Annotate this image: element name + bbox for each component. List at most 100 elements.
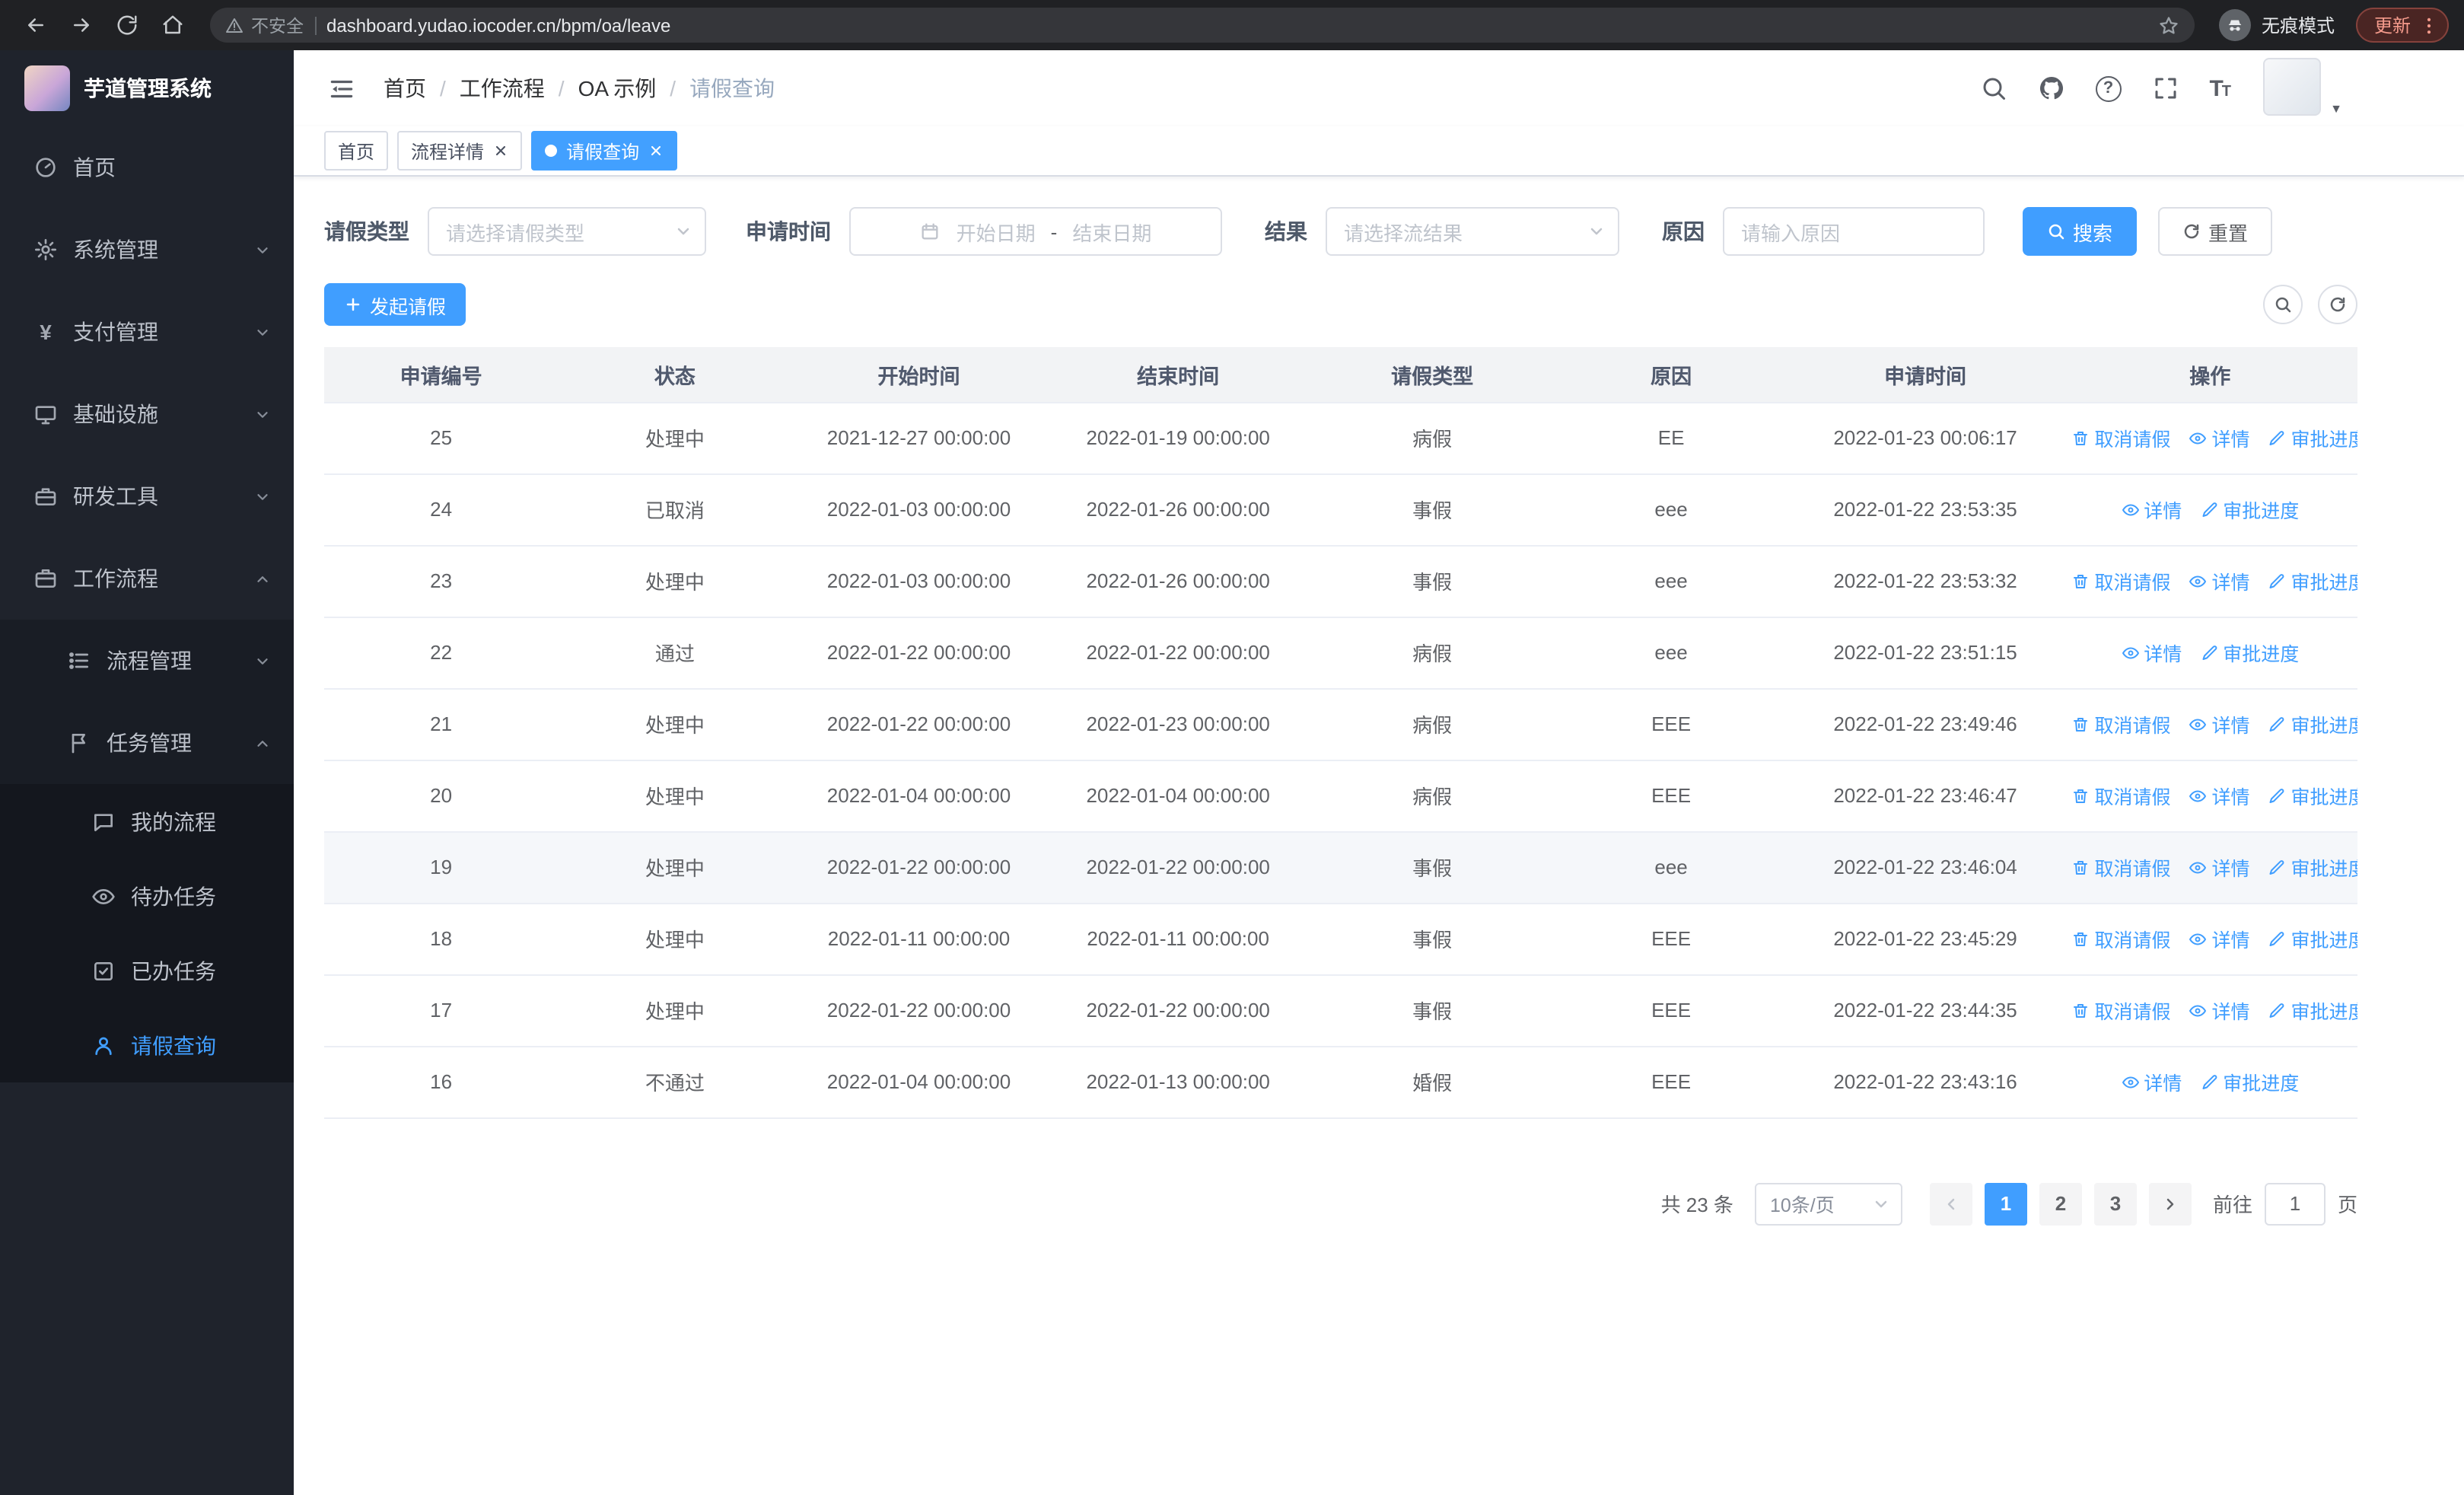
apply-time-range-picker[interactable]: 开始日期 - 结束日期 [849, 207, 1222, 256]
detail-link[interactable]: 详情 [2189, 924, 2250, 953]
sidebar-item-infrastructure[interactable]: 基础设施 [0, 373, 294, 455]
font-size-icon[interactable]: TT [2209, 75, 2231, 101]
apply-time-cell: 2022-01-22 23:46:47 [1788, 760, 2063, 832]
detail-link[interactable]: 详情 [2189, 423, 2250, 452]
security-chip[interactable]: 不安全 [225, 13, 304, 37]
toggle-search-button[interactable] [2263, 285, 2303, 324]
breadcrumb-separator: / [440, 76, 446, 100]
sidebar-item-process-mgmt[interactable]: 流程管理 [0, 620, 294, 702]
sidebar-item-leave-query[interactable]: 请假查询 [0, 1008, 294, 1082]
refresh-table-button[interactable] [2318, 285, 2357, 324]
detail-link[interactable]: 详情 [2189, 781, 2250, 810]
help-icon[interactable]: ? [2095, 75, 2122, 101]
status-cell: 处理中 [558, 831, 792, 904]
browser-home-button[interactable] [152, 5, 192, 45]
sidebar-item-workflow[interactable]: 工作流程 [0, 537, 294, 620]
table-row: 21 处理中 2022-01-22 00:00:00 2022-01-23 00:00… [324, 688, 2357, 760]
avatar[interactable] [2263, 58, 2321, 116]
detail-link[interactable]: 详情 [2189, 853, 2250, 881]
github-icon[interactable] [2037, 75, 2064, 102]
sidebar-item-payment[interactable]: ¥ 支付管理 [0, 291, 294, 373]
tab-leave-query[interactable]: 请假查询 [531, 131, 678, 171]
page-button-1[interactable]: 1 [1984, 1182, 2027, 1225]
sidebar-item-done-tasks[interactable]: 已办任务 [0, 933, 294, 1008]
page-button-2[interactable]: 2 [2039, 1182, 2082, 1225]
detail-link[interactable]: 详情 [2189, 996, 2250, 1025]
breadcrumb-workflow[interactable]: 工作流程 [460, 73, 545, 104]
goto-page-input[interactable]: 1 [2264, 1182, 2326, 1225]
detail-link[interactable]: 详情 [2189, 566, 2250, 595]
col-end-time: 结束时间 [1046, 347, 1310, 403]
page-button-3[interactable]: 3 [2093, 1182, 2137, 1225]
sidebar-item-todo-tasks[interactable]: 待办任务 [0, 859, 294, 933]
detail-link[interactable]: 详情 [2121, 1067, 2182, 1096]
approval-progress-link[interactable]: 审批进度 [2268, 709, 2357, 738]
sidebar: 芋道管理系统 首页 系统管理 ¥ 支付管理 基础设施 研发工具 工作流程 流程管… [0, 50, 294, 1495]
chevron-down-icon [254, 488, 271, 505]
leave-type-select[interactable]: 请选择请假类型 [428, 207, 706, 256]
cancel-leave-link[interactable]: 取消请假 [2071, 924, 2170, 953]
chevron-down-icon [1587, 222, 1606, 241]
cancel-leave-link[interactable]: 取消请假 [2071, 853, 2170, 881]
goto-label: 前往 [2212, 1194, 2252, 1216]
create-leave-button[interactable]: 发起请假 [324, 283, 466, 326]
trash-icon [2071, 429, 2090, 447]
search-icon [2047, 222, 2065, 241]
edit-icon [2268, 858, 2287, 876]
next-page-button[interactable] [2148, 1182, 2192, 1225]
search-button[interactable]: 搜索 [2023, 207, 2138, 256]
detail-link[interactable]: 详情 [2121, 495, 2182, 524]
reason-input[interactable]: 请输入原因 [1723, 207, 1985, 256]
approval-progress-link[interactable]: 审批进度 [2200, 1067, 2299, 1096]
address-bar[interactable]: 不安全 dashboard.yudao.iocoder.cn/bpm/oa/le… [210, 8, 2195, 43]
result-select[interactable]: 请选择流结果 [1326, 207, 1619, 256]
reset-button[interactable]: 重置 [2158, 207, 2273, 256]
sidebar-item-system[interactable]: 系统管理 [0, 209, 294, 291]
browser-forward-button[interactable] [61, 5, 100, 45]
approval-progress-link[interactable]: 审批进度 [2268, 996, 2357, 1025]
collapse-sidebar-icon[interactable] [327, 74, 356, 103]
tab-home[interactable]: 首页 [324, 131, 389, 171]
browser-back-button[interactable] [15, 5, 55, 45]
approval-progress-link[interactable]: 审批进度 [2200, 495, 2299, 524]
approval-progress-link[interactable]: 审批进度 [2268, 566, 2357, 595]
operations-cell: 取消请假详情审批进度 [2062, 402, 2357, 474]
detail-link[interactable]: 详情 [2121, 638, 2182, 667]
home-icon [161, 14, 183, 37]
goto-suffix: 页 [2337, 1194, 2357, 1216]
yen-icon: ¥ [40, 320, 52, 344]
search-icon[interactable] [1979, 75, 2007, 102]
sidebar-item-home[interactable]: 首页 [0, 126, 294, 209]
approval-progress-link[interactable]: 审批进度 [2268, 924, 2357, 953]
bookmark-star-icon[interactable] [2158, 14, 2179, 36]
edit-icon [2200, 500, 2218, 518]
page-size-select[interactable]: 10条/页 [1754, 1182, 1902, 1225]
reason-cell: eee [1554, 473, 1788, 546]
user-menu[interactable]: ▼ [2263, 58, 2342, 119]
sidebar-item-task-mgmt[interactable]: 任务管理 [0, 702, 294, 784]
cancel-leave-link[interactable]: 取消请假 [2071, 423, 2170, 452]
leave-type-cell: 事假 [1310, 545, 1555, 617]
cancel-leave-link[interactable]: 取消请假 [2071, 709, 2170, 738]
fullscreen-icon[interactable] [2151, 75, 2179, 102]
approval-progress-link[interactable]: 审批进度 [2268, 781, 2357, 810]
close-icon[interactable] [648, 143, 664, 158]
cancel-leave-link[interactable]: 取消请假 [2071, 781, 2170, 810]
approval-progress-link[interactable]: 审批进度 [2268, 423, 2357, 452]
breadcrumb-home[interactable]: 首页 [384, 73, 426, 104]
browser-update-button[interactable]: 更新 [2355, 8, 2449, 43]
close-icon[interactable] [493, 143, 508, 158]
sidebar-item-my-processes[interactable]: 我的流程 [0, 784, 294, 859]
browser-menu-icon[interactable] [2418, 14, 2440, 36]
tab-process-detail[interactable]: 流程详情 [397, 131, 523, 171]
cancel-leave-link[interactable]: 取消请假 [2071, 996, 2170, 1025]
prev-page-button[interactable] [1929, 1182, 1972, 1225]
breadcrumb-oa-example[interactable]: OA 示例 [578, 73, 657, 104]
approval-progress-link[interactable]: 审批进度 [2268, 853, 2357, 881]
detail-link[interactable]: 详情 [2189, 709, 2250, 738]
approval-progress-link[interactable]: 审批进度 [2200, 638, 2299, 667]
sidebar-item-devtools[interactable]: 研发工具 [0, 455, 294, 537]
browser-refresh-button[interactable] [107, 5, 146, 45]
trash-icon [2071, 572, 2090, 590]
cancel-leave-link[interactable]: 取消请假 [2071, 566, 2170, 595]
